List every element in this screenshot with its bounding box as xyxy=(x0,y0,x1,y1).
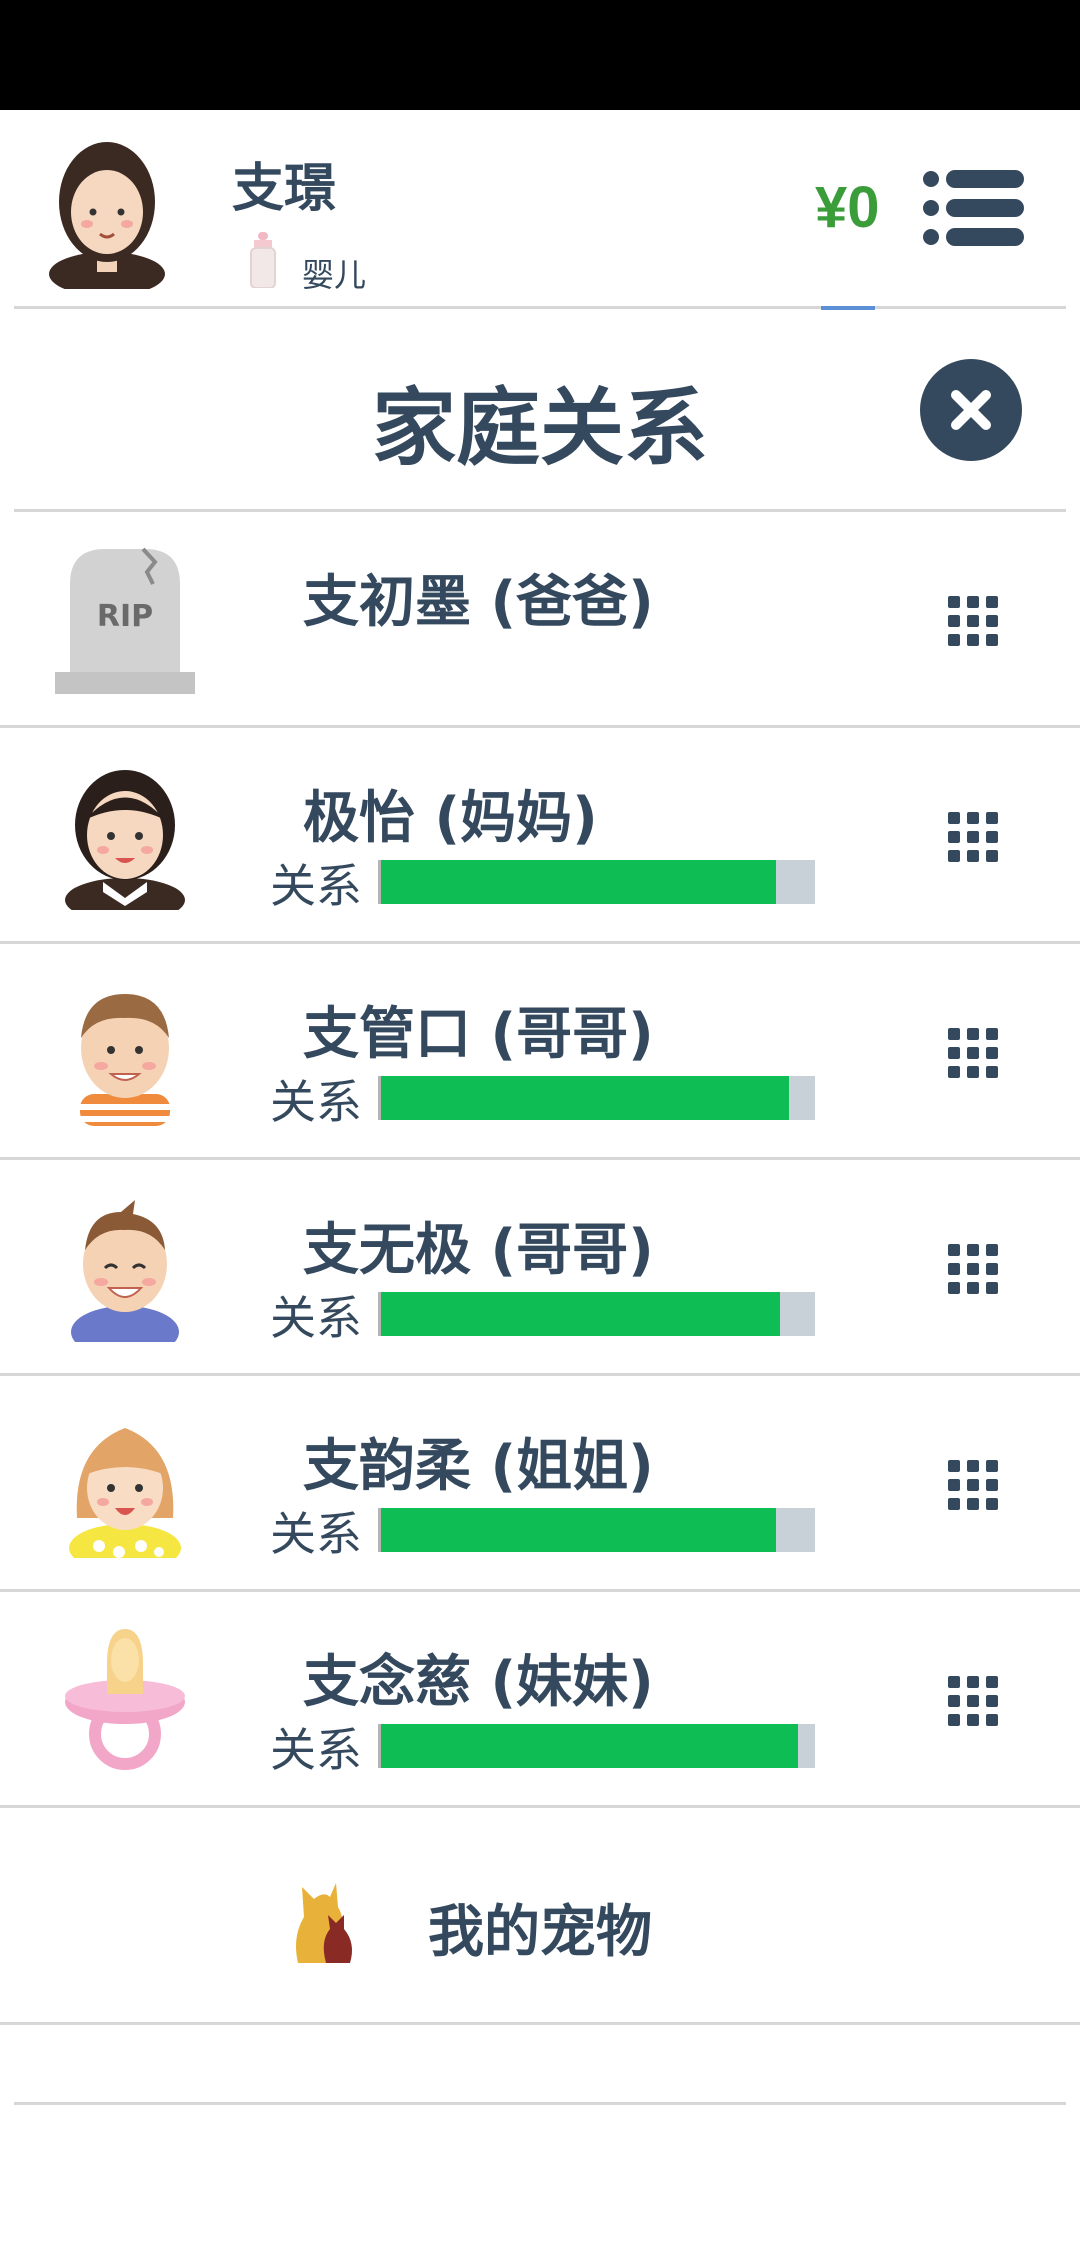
grid-menu-icon[interactable] xyxy=(948,1028,998,1078)
my-pets-label: 我的宠物 xyxy=(428,1900,652,1965)
menu-list-icon[interactable] xyxy=(922,168,1024,248)
relationship-bar xyxy=(378,1724,815,1768)
close-icon xyxy=(951,390,991,430)
sister-avatar xyxy=(69,1428,181,1558)
player-avatar xyxy=(49,142,165,289)
relationship-bar-fill xyxy=(381,1724,798,1768)
dialog-title: 家庭关系 xyxy=(371,379,708,477)
my-pets-button[interactable]: 我的宠物 xyxy=(0,1807,1080,2025)
family-list: RIP 支初墨 (爸爸) 极怡 (妈妈) 关系 支管口 (哥哥) 关系 支无极 … xyxy=(0,512,1080,1808)
relationship-bar-fill xyxy=(381,1508,776,1552)
grid-menu-icon[interactable] xyxy=(948,812,998,862)
family-member-name: 极怡 (妈妈) xyxy=(303,786,598,851)
close-button[interactable] xyxy=(920,359,1022,461)
svg-text:RIP: RIP xyxy=(97,599,153,634)
header: 支璟 婴儿 ¥0 xyxy=(0,110,1080,308)
relationship-label: 关系 xyxy=(270,1723,362,1777)
grid-menu-icon[interactable] xyxy=(948,1676,998,1726)
brother-avatar xyxy=(71,1200,179,1342)
dialog-header: 家庭关系 xyxy=(0,309,1080,509)
family-member-row[interactable]: 支念慈 (妹妹) 关系 xyxy=(0,1592,1080,1808)
family-member-name: 支念慈 (妹妹) xyxy=(303,1650,654,1715)
family-member-row[interactable]: RIP 支初墨 (爸爸) xyxy=(0,512,1080,728)
grid-menu-icon[interactable] xyxy=(948,1244,998,1294)
relationship-bar xyxy=(378,1292,815,1336)
relationship-bar-fill xyxy=(381,1292,781,1336)
relationship-bar xyxy=(378,860,815,904)
relationship-label: 关系 xyxy=(270,1507,362,1561)
family-member-row[interactable]: 支韵柔 (姐姐) 关系 xyxy=(0,1376,1080,1592)
grid-menu-icon[interactable] xyxy=(948,596,998,646)
mother-avatar xyxy=(65,770,185,910)
player-name: 支璟 xyxy=(232,159,337,219)
grid-menu-icon[interactable] xyxy=(948,1460,998,1510)
family-member-name: 支韵柔 (姐姐) xyxy=(303,1434,654,1499)
family-member-name: 支管口 (哥哥) xyxy=(303,1002,654,1067)
relationship-bar xyxy=(378,1508,815,1552)
family-member-name: 支无极 (哥哥) xyxy=(303,1218,654,1283)
money-amount: ¥0 xyxy=(815,175,880,240)
family-member-row[interactable]: 极怡 (妈妈) 关系 xyxy=(0,728,1080,944)
tombstone-rip-icon: RIP xyxy=(55,547,195,694)
life-stage-label: 婴儿 xyxy=(302,256,367,294)
relationship-bar xyxy=(378,1076,815,1120)
status-bar xyxy=(0,0,1080,110)
pacifier-icon xyxy=(65,1629,185,1770)
baby-bottle-icon xyxy=(250,232,276,288)
relationship-bar-fill xyxy=(381,1076,789,1120)
family-member-row[interactable]: 支管口 (哥哥) 关系 xyxy=(0,944,1080,1160)
bottom-divider xyxy=(14,2102,1066,2105)
pet-dog-cat-icon xyxy=(296,1883,352,1963)
relationship-bar-fill xyxy=(381,860,776,904)
relationship-label: 关系 xyxy=(270,1075,362,1129)
brother-avatar xyxy=(80,994,170,1126)
relationship-label: 关系 xyxy=(270,1291,362,1345)
relationship-label: 关系 xyxy=(270,859,362,913)
family-member-row[interactable]: 支无极 (哥哥) 关系 xyxy=(0,1160,1080,1376)
family-member-name: 支初墨 (爸爸) xyxy=(303,570,654,635)
